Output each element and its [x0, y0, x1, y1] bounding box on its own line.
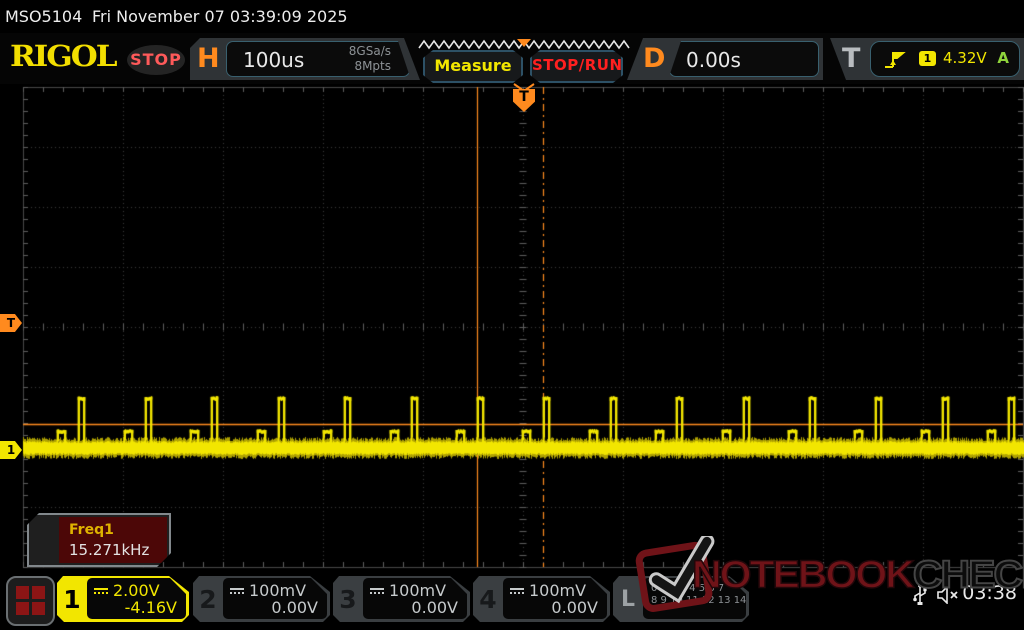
clock: 03:38 [962, 582, 1017, 604]
channel-2-panel: 100mV 0.00V [223, 578, 327, 619]
channel-1-panel: 2.00V -4.16V [87, 578, 186, 619]
menu-grid-button[interactable] [6, 576, 55, 626]
dc-coupling-icon [370, 588, 384, 591]
channel-4-button[interactable]: 4 100mV 0.00V [473, 576, 610, 622]
logic-channels-button[interactable]: L 0 1 2 3 4 5 6 78 9 10 11 12 13 14 15 [613, 576, 749, 622]
channel-3-number: 3 [339, 584, 357, 614]
channel-3-offset: 0.00V [411, 598, 458, 617]
channel-2-button[interactable]: 2 100mV 0.00V [193, 576, 330, 622]
measurement-value: 15.271kHz [69, 541, 150, 559]
logic-label: L [620, 586, 636, 612]
speaker-muted-icon [937, 586, 958, 604]
dc-coupling-icon [510, 588, 524, 591]
channel-3-panel: 100mV 0.00V [363, 578, 467, 619]
channel-4-offset: 0.00V [551, 598, 598, 617]
measurement-name: Freq1 [69, 522, 114, 538]
channel-bar: 1 2.00V -4.16V 2 100mV 0.00V 3 100mV 0.0… [0, 575, 1024, 626]
channel-1-button[interactable]: 1 2.00V -4.16V [57, 576, 189, 622]
dc-coupling-icon [94, 588, 108, 591]
usb-icon [913, 583, 927, 605]
channel-4-panel: 100mV 0.00V [503, 578, 607, 619]
channel-4-number: 4 [479, 584, 497, 614]
channel-2-number: 2 [199, 584, 217, 614]
channel-2-offset: 0.00V [271, 598, 318, 617]
measurement-result-inner: Freq1 15.271kHz [59, 517, 167, 563]
logic-panel: 0 1 2 3 4 5 6 78 9 10 11 12 13 14 15 [643, 578, 746, 619]
dc-coupling-icon [230, 588, 244, 591]
menu-grid-icon [16, 586, 29, 599]
measurement-result-box[interactable]: Freq1 15.271kHz [27, 513, 171, 567]
channel-1-offset: -4.16V [124, 598, 177, 617]
oscilloscope-screen: MSO5104 Fri November 07 03:39:09 2025 RI… [0, 0, 1024, 630]
channel-1-number: 1 [63, 584, 81, 614]
channel-3-button[interactable]: 3 100mV 0.00V [333, 576, 470, 622]
